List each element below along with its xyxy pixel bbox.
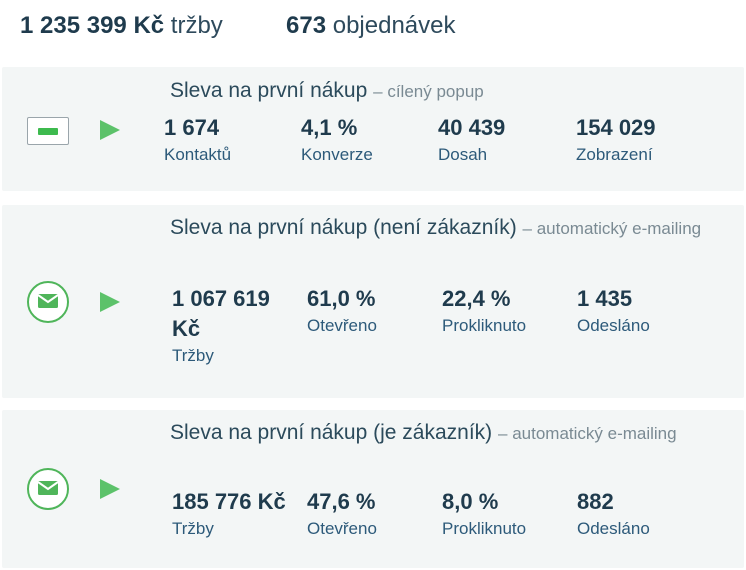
metric-label: Konverze <box>301 145 373 164</box>
metric: 882 Odesláno <box>577 487 650 541</box>
metric-value: 882 <box>577 489 614 514</box>
orders-value: 673 <box>286 12 327 39</box>
metric-label: Kontaktů <box>164 145 232 164</box>
metric-value: 47,6 % <box>307 489 376 514</box>
metric-value: 4,1 % <box>301 115 358 140</box>
campaign-title[interactable]: Sleva na první nákup – cílený popup <box>170 74 484 108</box>
metric-label: Tržby <box>172 519 214 538</box>
metric: 8,0 % Prokliknuto <box>442 487 526 541</box>
popup-icon <box>27 117 69 145</box>
campaign-type: – cílený popup <box>373 82 484 101</box>
metric-value: 1 067 619 Kč <box>172 286 270 341</box>
metric: 40 439 Dosah <box>438 113 505 167</box>
metric-label: Tržby <box>172 346 214 365</box>
revenue-label: tržby <box>170 12 223 39</box>
metric-label: Zobrazení <box>576 145 653 164</box>
orders-summary: 673 objednávek <box>286 12 455 40</box>
metric-label: Otevřeno <box>307 519 377 538</box>
campaign-name: Sleva na první nákup (je zákazník) <box>170 421 493 444</box>
campaign-card[interactable]: Sleva na první nákup (není zákazník) – a… <box>2 205 744 398</box>
metric-label: Odesláno <box>577 519 650 538</box>
metric: 185 776 Kč Tržby <box>172 487 286 541</box>
revenue-summary: 1 235 399 Kč tržby <box>20 12 223 40</box>
play-icon[interactable] <box>100 292 120 312</box>
orders-label: objednávek <box>332 12 456 39</box>
metric: 47,6 % Otevřeno <box>307 487 377 541</box>
revenue-value: 1 235 399 Kč <box>20 12 165 39</box>
metric-label: Odesláno <box>577 316 650 335</box>
metric: 61,0 % Otevřeno <box>307 284 377 338</box>
metric-value: 185 776 Kč <box>172 489 286 514</box>
metric-value: 22,4 % <box>442 286 511 311</box>
play-icon[interactable] <box>100 120 120 140</box>
metric-value: 1 435 <box>577 286 633 311</box>
metric: 1 067 619 Kč Tržby <box>172 284 292 368</box>
campaign-title[interactable]: Sleva na první nákup (je zákazník) – aut… <box>170 416 680 450</box>
metric-value: 40 439 <box>438 115 506 140</box>
campaign-card[interactable]: Sleva na první nákup (je zákazník) – aut… <box>2 410 744 568</box>
metric: 1 674 Kontaktů <box>164 113 231 167</box>
metric-label: Dosah <box>438 145 488 164</box>
metric-value: 1 674 <box>164 115 220 140</box>
play-icon[interactable] <box>100 479 120 499</box>
metric: 22,4 % Prokliknuto <box>442 284 526 338</box>
campaign-name: Sleva na první nákup (není zákazník) <box>170 216 517 239</box>
campaign-card[interactable]: Sleva na první nákup – cílený popup 1 67… <box>2 67 744 191</box>
metric-value: 8,0 % <box>442 489 499 514</box>
campaign-type: – automatický e-mailing <box>498 424 677 443</box>
metric-value: 61,0 % <box>307 286 376 311</box>
metric: 154 029 Zobrazení <box>576 113 656 167</box>
campaign-title[interactable]: Sleva na první nákup (není zákazník) – a… <box>170 211 710 245</box>
metric-label: Prokliknuto <box>442 316 527 335</box>
metric-label: Prokliknuto <box>442 519 527 538</box>
metric-label: Otevřeno <box>307 316 377 335</box>
campaign-name: Sleva na první nákup <box>170 79 368 102</box>
email-icon <box>27 281 69 323</box>
metric-value: 154 029 <box>576 115 656 140</box>
metric: 4,1 % Konverze <box>301 113 373 167</box>
popup-bar <box>38 128 58 135</box>
campaign-type: – automatický e-mailing <box>522 219 702 238</box>
email-icon <box>27 468 69 510</box>
metric: 1 435 Odesláno <box>577 284 650 338</box>
